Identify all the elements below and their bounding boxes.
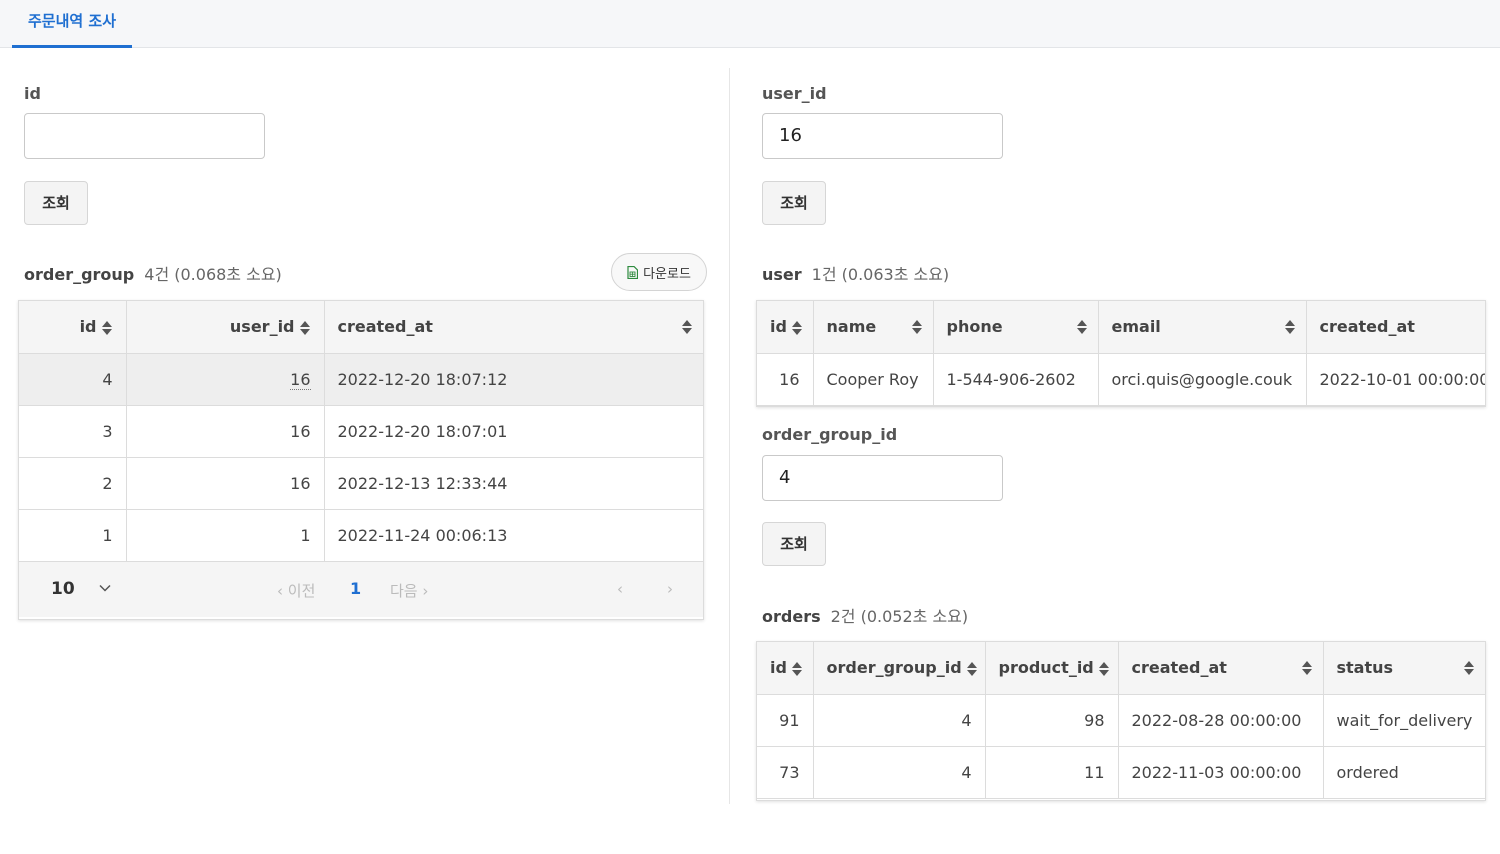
cell-status: ordered <box>1323 746 1485 799</box>
sort-icon[interactable] <box>299 320 311 336</box>
table-row[interactable]: 16 Cooper Roy 1-544-906-2602 orci.quis@g… <box>757 353 1485 406</box>
table-header-row: id name phone email created_at <box>757 301 1485 354</box>
sort-icon[interactable] <box>1076 319 1088 335</box>
column-header-id[interactable]: id <box>757 301 814 354</box>
sort-icon[interactable] <box>1098 661 1110 677</box>
cell-id: 4 <box>19 353 127 406</box>
cell-created-at: 2022-11-03 00:00:00 <box>1118 746 1324 799</box>
column-header-user-id[interactable]: user_id <box>126 301 325 354</box>
column-header-id[interactable]: id <box>19 301 127 354</box>
cell-id: 1 <box>19 509 127 562</box>
cell-created-at: 2022-12-20 18:07:12 <box>324 353 703 406</box>
cell-id: 91 <box>757 694 814 747</box>
column-divider <box>729 68 730 804</box>
cell-status: wait_for_delivery <box>1323 694 1485 747</box>
table-row[interactable]: 3 16 2022-12-20 18:07:01 <box>19 405 703 458</box>
cell-name: Cooper Roy <box>813 353 934 406</box>
orders-table-name: orders <box>762 607 821 626</box>
cell-id: 73 <box>757 746 814 799</box>
sort-icon[interactable] <box>1284 319 1296 335</box>
sort-icon[interactable] <box>791 661 803 677</box>
cell-id: 16 <box>757 353 814 406</box>
spreadsheet-file-icon <box>627 265 639 279</box>
table-row[interactable]: 1 1 2022-11-24 00:06:13 <box>19 509 703 562</box>
top-tab-bar: 주문내역 조사 <box>0 0 1500 48</box>
column-header-id[interactable]: id <box>757 642 814 695</box>
cell-id: 3 <box>19 405 127 458</box>
order-group-name: order_group <box>24 265 135 284</box>
cell-phone: 1-544-906-2602 <box>933 353 1099 406</box>
cell-order-group-id: 4 <box>813 746 986 799</box>
cell-email: orci.quis@google.couk <box>1098 353 1307 406</box>
user-id-label: user_id <box>762 84 827 103</box>
table-row[interactable]: 73 4 11 2022-11-03 00:00:00 ordered <box>757 746 1485 799</box>
column-header-phone[interactable]: phone <box>933 301 1099 354</box>
column-header-name[interactable]: name <box>813 301 934 354</box>
user-meta: 1건 (0.063초 소요) <box>811 265 950 284</box>
user-table-name: user <box>762 265 802 284</box>
sort-icon[interactable] <box>1463 660 1475 676</box>
column-header-status[interactable]: status <box>1323 642 1485 695</box>
pagination-bar: 10 ‹ 이전 1 다음 › ‹ › <box>19 561 703 617</box>
orders-title: orders 2건 (0.052초 소요) <box>762 603 968 627</box>
order-group-id-input[interactable]: 4 <box>762 455 1003 501</box>
cell-id: 2 <box>19 457 127 510</box>
cell-created-at: 2022-11-24 00:06:13 <box>324 509 703 562</box>
column-header-email[interactable]: email <box>1098 301 1307 354</box>
order-group-meta: 4건 (0.068초 소요) <box>144 265 282 284</box>
sort-icon[interactable] <box>1301 660 1313 676</box>
cell-user-id: 16 <box>126 457 325 510</box>
cell-created-at: 2022-12-20 18:07:01 <box>324 405 703 458</box>
column-header-product-id[interactable]: product_id <box>985 642 1119 695</box>
user-id-link[interactable]: 16 <box>290 369 311 390</box>
column-header-created-at[interactable]: created_at <box>1306 301 1485 354</box>
chevron-down-icon[interactable] <box>99 584 111 592</box>
user-title: user 1건 (0.063초 소요) <box>762 261 949 285</box>
sort-icon[interactable] <box>101 320 113 336</box>
order-group-table: id user_id created_at 4 16 2022-12-20 18… <box>18 300 704 620</box>
column-header-created-at[interactable]: created_at <box>324 301 703 354</box>
user-query-button[interactable]: 조회 <box>762 181 826 225</box>
id-label: id <box>24 84 41 103</box>
page-number-current[interactable]: 1 <box>350 579 361 598</box>
orders-meta: 2건 (0.052초 소요) <box>830 607 969 626</box>
user-table: id name phone email created_at 16 Cooper… <box>756 300 1486 407</box>
table-header-row: id user_id created_at <box>19 301 703 354</box>
sort-icon[interactable] <box>966 661 978 677</box>
order-group-title: order_group 4건 (0.068초 소요) <box>24 261 282 285</box>
id-input[interactable] <box>24 113 265 159</box>
orders-query-button[interactable]: 조회 <box>762 522 826 566</box>
cell-product-id: 98 <box>985 694 1119 747</box>
sort-icon[interactable] <box>681 319 693 335</box>
table-row[interactable]: 91 4 98 2022-08-28 00:00:00 wait_for_del… <box>757 694 1485 747</box>
table-row[interactable]: 2 16 2022-12-13 12:33:44 <box>19 457 703 510</box>
page-size-select[interactable]: 10 <box>51 579 75 599</box>
download-button[interactable]: 다운로드 <box>611 253 707 291</box>
cell-created-at: 2022-08-28 00:00:00 <box>1118 694 1324 747</box>
cell-user-id[interactable]: 16 <box>126 353 325 406</box>
cell-user-id: 1 <box>126 509 325 562</box>
scroll-right-button[interactable]: › <box>667 580 673 598</box>
orders-table: id order_group_id product_id created_at … <box>756 641 1486 801</box>
tab-order-history[interactable]: 주문내역 조사 <box>12 0 132 48</box>
download-label: 다운로드 <box>643 266 691 282</box>
sort-icon[interactable] <box>911 319 923 335</box>
cell-created-at: 2022-10-01 00:00:00 <box>1306 353 1485 406</box>
cell-product-id: 11 <box>985 746 1119 799</box>
prev-page-button[interactable]: ‹ 이전 <box>277 580 315 601</box>
order-group-id-label: order_group_id <box>762 425 898 444</box>
table-header-row: id order_group_id product_id created_at … <box>757 642 1485 695</box>
cell-created-at: 2022-12-13 12:33:44 <box>324 457 703 510</box>
cell-order-group-id: 4 <box>813 694 986 747</box>
next-page-button[interactable]: 다음 › <box>390 580 428 601</box>
sort-icon[interactable] <box>791 320 803 336</box>
column-header-created-at[interactable]: created_at <box>1118 642 1324 695</box>
user-id-input[interactable]: 16 <box>762 113 1003 159</box>
cell-user-id: 16 <box>126 405 325 458</box>
column-header-order-group-id[interactable]: order_group_id <box>813 642 986 695</box>
scroll-left-button[interactable]: ‹ <box>617 580 623 598</box>
query-button[interactable]: 조회 <box>24 181 88 225</box>
table-row[interactable]: 4 16 2022-12-20 18:07:12 <box>19 353 703 406</box>
